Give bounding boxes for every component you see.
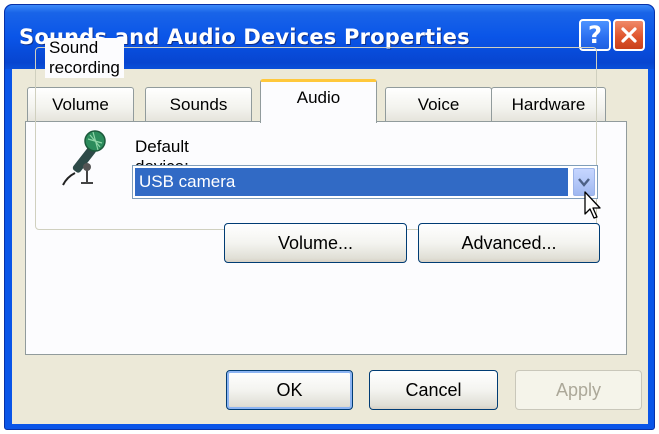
close-button[interactable]	[613, 19, 645, 51]
ok-button[interactable]: OK	[226, 370, 353, 410]
cancel-button[interactable]: Cancel	[369, 370, 498, 410]
group-label: Sound recording	[45, 38, 124, 78]
mouse-cursor-icon	[584, 191, 601, 219]
properties-dialog: Sounds and Audio Devices Properties ? Vo…	[4, 4, 655, 430]
close-icon	[621, 27, 637, 43]
chevron-down-icon	[578, 178, 590, 187]
default-device-select[interactable]: USB camera	[132, 165, 598, 199]
advanced-button[interactable]: Advanced...	[418, 223, 600, 263]
apply-button[interactable]: Apply	[515, 370, 642, 410]
microphone-icon	[62, 130, 106, 186]
selected-device-value: USB camera	[135, 168, 568, 196]
volume-button[interactable]: Volume...	[224, 223, 407, 263]
